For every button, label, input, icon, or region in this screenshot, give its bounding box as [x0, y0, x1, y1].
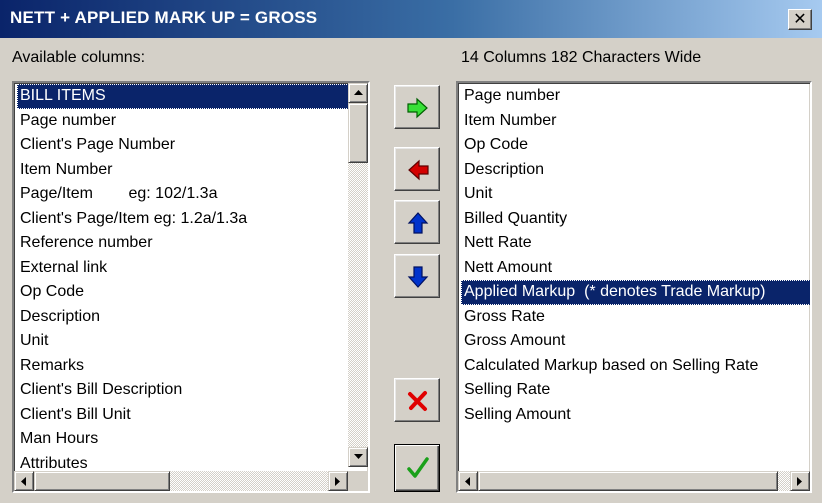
available-column-item[interactable]: Client's Page Number	[17, 133, 368, 158]
red-left-arrow-icon	[408, 159, 429, 181]
available-columns-list[interactable]: BILL ITEMS Page number Client's Page Numbe…	[12, 81, 370, 493]
selected-column-item[interactable]: Page number	[461, 84, 810, 109]
remove-column-button[interactable]	[394, 147, 440, 191]
hscroll-thumb[interactable]	[478, 471, 778, 491]
available-column-item[interactable]: Client's Page/Item eg: 1.2a/1.3a	[17, 207, 368, 232]
scroll-left-button[interactable]	[14, 471, 34, 491]
close-icon: ✕	[793, 9, 807, 28]
available-columns-label: Available columns:	[12, 49, 146, 66]
scroll-down-button[interactable]	[348, 447, 368, 467]
move-down-button[interactable]	[394, 254, 440, 298]
selected-column-item[interactable]: Unit	[461, 182, 810, 207]
scroll-right-icon	[335, 477, 340, 486]
available-column-item[interactable]: Remarks	[17, 354, 368, 379]
selected-horizontal-scrollbar[interactable]	[458, 471, 810, 491]
scroll-thumb[interactable]	[348, 103, 368, 163]
scroll-down-icon	[354, 454, 363, 459]
available-column-item[interactable]: Reference number	[17, 231, 368, 256]
red-x-icon	[408, 391, 427, 411]
selected-column-item[interactable]: Selling Amount	[461, 403, 810, 428]
selected-columns-summary: 14 Columns 182 Characters Wide	[461, 49, 702, 66]
available-column-item[interactable]: Man Hours	[17, 427, 368, 452]
add-column-button[interactable]	[394, 85, 440, 129]
hscroll-thumb[interactable]	[34, 471, 170, 491]
green-check-icon	[407, 457, 429, 478]
move-up-button[interactable]	[394, 200, 440, 244]
title-bar: NETT + APPLIED MARK UP = GROSS ✕	[0, 0, 822, 38]
selected-column-item[interactable]: Description	[461, 158, 810, 183]
green-right-arrow-icon	[407, 97, 428, 119]
scroll-right-button[interactable]	[790, 471, 810, 491]
selected-column-item[interactable]: Nett Rate	[461, 231, 810, 256]
selected-column-item[interactable]: Op Code	[461, 133, 810, 158]
selected-column-item[interactable]: Billed Quantity	[461, 207, 810, 232]
available-column-item[interactable]: Op Code	[17, 280, 368, 305]
selected-column-item[interactable]: Gross Rate	[461, 305, 810, 330]
scroll-left-icon	[21, 477, 26, 486]
scroll-up-icon	[354, 90, 363, 95]
scroll-right-icon	[797, 477, 802, 486]
selected-column-item[interactable]: Item Number	[461, 109, 810, 134]
available-column-item[interactable]: Page number	[17, 109, 368, 134]
scroll-corner	[348, 471, 368, 491]
selected-column-item[interactable]: Nett Amount	[461, 256, 810, 281]
scroll-left-button[interactable]	[458, 471, 478, 491]
selected-column-item[interactable]: Applied Markup (* denotes Trade Markup)	[461, 280, 810, 305]
available-column-item[interactable]: Client's Bill Unit	[17, 403, 368, 428]
available-column-item[interactable]: BILL ITEMS	[17, 84, 368, 109]
scroll-right-button[interactable]	[328, 471, 348, 491]
available-column-item[interactable]: Client's Bill Description	[17, 378, 368, 403]
selected-column-item[interactable]: Selling Rate	[461, 378, 810, 403]
available-column-item[interactable]: Description	[17, 305, 368, 330]
available-column-item[interactable]: Item Number	[17, 158, 368, 183]
available-horizontal-scrollbar[interactable]	[14, 471, 348, 491]
selected-column-item[interactable]: Gross Amount	[461, 329, 810, 354]
blue-down-arrow-icon	[407, 266, 429, 288]
available-column-item[interactable]: Page/Item eg: 102/1.3a	[17, 182, 368, 207]
blue-up-arrow-icon	[407, 212, 429, 234]
scroll-left-icon	[465, 477, 470, 486]
available-vertical-scrollbar[interactable]	[348, 83, 368, 467]
selected-column-item[interactable]: Calculated Markup based on Selling Rate	[461, 354, 810, 379]
window-title: NETT + APPLIED MARK UP = GROSS	[10, 8, 318, 27]
ok-button[interactable]	[394, 444, 440, 492]
close-button[interactable]: ✕	[788, 9, 812, 30]
available-column-item[interactable]: External link	[17, 256, 368, 281]
available-column-item[interactable]: Unit	[17, 329, 368, 354]
scroll-up-button[interactable]	[348, 83, 368, 103]
selected-columns-list[interactable]: Page number Item Number Op Code Description…	[456, 81, 812, 493]
cancel-button[interactable]	[394, 378, 440, 422]
